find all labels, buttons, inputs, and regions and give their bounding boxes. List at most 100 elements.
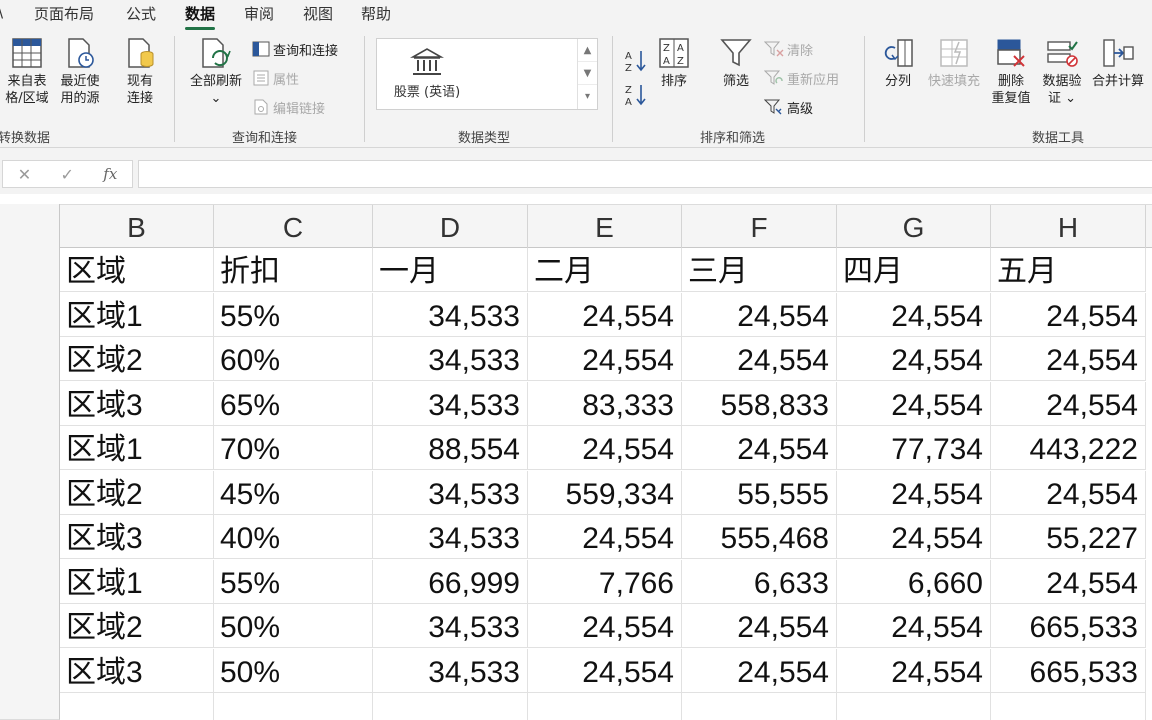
data-cell[interactable]: 24,554 <box>837 382 991 426</box>
data-cell[interactable]: 6,660 <box>837 560 991 604</box>
from-table-button[interactable]: 来自表 格/区域 <box>2 36 52 107</box>
flash-fill-button[interactable]: 快速填充 <box>924 36 984 90</box>
data-cell[interactable]: 24,554 <box>528 337 682 381</box>
tab-page-layout[interactable]: 页面布局 <box>34 3 94 24</box>
data-cell[interactable]: 55% <box>214 560 373 604</box>
sort-ascending-button[interactable]: A Z <box>624 48 648 74</box>
data-cell[interactable]: 559,334 <box>528 471 682 515</box>
column-header-b[interactable]: B <box>60 205 214 248</box>
data-cell[interactable]: 24,554 <box>837 337 991 381</box>
gallery-more-icon[interactable]: ▾ <box>578 85 597 108</box>
text-to-columns-button[interactable]: 分列 <box>876 36 920 90</box>
enter-icon[interactable]: ✓ <box>60 165 73 184</box>
data-cell[interactable]: 55,227 <box>991 515 1146 559</box>
column-header-g[interactable]: G <box>837 205 991 248</box>
consolidate-button[interactable]: 合并计算 <box>1088 36 1148 90</box>
reapply-button[interactable]: 重新应用 <box>764 67 839 89</box>
advanced-filter-button[interactable]: 高级 <box>764 96 813 118</box>
data-cell[interactable]: 24,554 <box>991 560 1146 604</box>
refresh-chevron-icon[interactable]: ⌄ <box>186 90 246 107</box>
data-cell[interactable]: 45% <box>214 471 373 515</box>
tab-view[interactable]: 视图 <box>303 3 333 24</box>
empty-cell[interactable] <box>214 693 373 720</box>
data-cell[interactable]: 24,554 <box>837 604 991 648</box>
header-cell[interactable]: 五月 <box>991 248 1146 292</box>
data-cell[interactable]: 区域1 <box>60 560 214 604</box>
sort-descending-button[interactable]: Z A <box>624 82 648 108</box>
data-cell[interactable]: 77,734 <box>837 426 991 470</box>
column-header-c[interactable]: C <box>214 205 373 248</box>
data-cell[interactable]: 区域1 <box>60 293 214 337</box>
data-cell[interactable]: 区域1 <box>60 426 214 470</box>
data-cell[interactable]: 24,554 <box>837 293 991 337</box>
data-cell[interactable]: 66,999 <box>373 560 528 604</box>
data-cell[interactable]: 50% <box>214 604 373 648</box>
formula-input[interactable] <box>138 160 1152 188</box>
row-header-column[interactable] <box>0 204 60 720</box>
data-cell[interactable]: 24,554 <box>837 471 991 515</box>
data-cell[interactable]: 34,533 <box>373 604 528 648</box>
data-cell[interactable]: 34,533 <box>373 515 528 559</box>
data-cell[interactable]: 34,533 <box>373 337 528 381</box>
data-cell[interactable]: 24,554 <box>991 382 1146 426</box>
column-header-f[interactable]: F <box>682 205 837 248</box>
data-cell[interactable]: 34,533 <box>373 649 528 693</box>
data-cell[interactable]: 区域2 <box>60 337 214 381</box>
recent-sources-button[interactable]: 最近使 用的源 <box>56 36 104 107</box>
data-cell[interactable]: 24,554 <box>682 426 837 470</box>
refresh-all-button[interactable]: 全部刷新 ⌄ <box>186 36 246 107</box>
existing-connections-button[interactable]: 现有 连接 <box>120 36 160 107</box>
filter-button[interactable]: 筛选 <box>716 36 756 90</box>
header-cell[interactable]: 四月 <box>837 248 991 292</box>
tab-data[interactable]: 数据 <box>185 3 216 30</box>
data-cell[interactable]: 24,554 <box>682 649 837 693</box>
tab-partial[interactable]: \ <box>0 3 3 21</box>
data-cell[interactable]: 40% <box>214 515 373 559</box>
column-header-h[interactable]: H <box>991 205 1146 248</box>
data-cell[interactable]: 区域3 <box>60 515 214 559</box>
data-cell[interactable]: 24,554 <box>528 649 682 693</box>
cancel-icon[interactable]: ✕ <box>18 165 31 184</box>
column-header-e[interactable]: E <box>528 205 682 248</box>
data-cell[interactable]: 443,222 <box>991 426 1146 470</box>
data-validation-button[interactable]: 数据验 证 ⌄ <box>1038 36 1086 107</box>
data-cell[interactable]: 区域2 <box>60 604 214 648</box>
data-cell[interactable]: 24,554 <box>682 293 837 337</box>
header-cell[interactable]: 二月 <box>528 248 682 292</box>
empty-cell[interactable] <box>528 693 682 720</box>
header-cell[interactable]: 三月 <box>682 248 837 292</box>
data-cell[interactable]: 665,533 <box>991 604 1146 648</box>
data-cell[interactable]: 558,833 <box>682 382 837 426</box>
tab-formulas[interactable]: 公式 <box>126 3 156 24</box>
scroll-down-icon[interactable]: ▼ <box>578 62 597 85</box>
data-cell[interactable]: 50% <box>214 649 373 693</box>
data-cell[interactable]: 34,533 <box>373 293 528 337</box>
empty-cell[interactable] <box>837 693 991 720</box>
data-cell[interactable]: 88,554 <box>373 426 528 470</box>
remove-duplicates-button[interactable]: 删除 重复值 <box>988 36 1034 107</box>
properties-button[interactable]: 属性 <box>252 67 299 89</box>
empty-cell[interactable] <box>991 693 1146 720</box>
data-cell[interactable]: 55% <box>214 293 373 337</box>
data-cell[interactable]: 24,554 <box>528 515 682 559</box>
empty-cell[interactable] <box>682 693 837 720</box>
data-cell[interactable]: 70% <box>214 426 373 470</box>
data-cell[interactable]: 65% <box>214 382 373 426</box>
header-cell[interactable]: 区域 <box>60 248 214 292</box>
queries-connections-button[interactable]: 查询和连接 <box>252 38 338 60</box>
tab-review[interactable]: 审阅 <box>244 3 274 24</box>
data-cell[interactable]: 24,554 <box>528 426 682 470</box>
data-cell[interactable]: 60% <box>214 337 373 381</box>
data-cell[interactable]: 24,554 <box>682 337 837 381</box>
data-cell[interactable]: 24,554 <box>837 649 991 693</box>
header-cell[interactable]: 折扣 <box>214 248 373 292</box>
clear-filter-button[interactable]: 清除 <box>764 38 813 60</box>
data-cell[interactable]: 555,468 <box>682 515 837 559</box>
empty-cell[interactable] <box>60 693 214 720</box>
empty-cell[interactable] <box>373 693 528 720</box>
data-cell[interactable]: 24,554 <box>528 604 682 648</box>
gallery-scrollbar[interactable]: ▲ ▼ ▾ <box>577 39 597 109</box>
column-header-d[interactable]: D <box>373 205 528 248</box>
data-cell[interactable]: 24,554 <box>991 293 1146 337</box>
data-cell[interactable]: 83,333 <box>528 382 682 426</box>
